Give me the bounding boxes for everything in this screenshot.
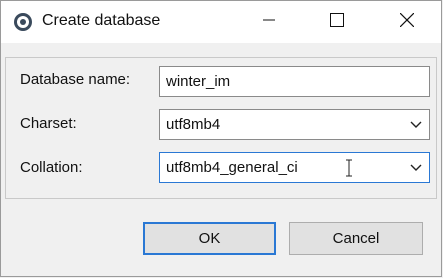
charset-value: utf8mb4: [166, 116, 221, 133]
chevron-down-icon[interactable]: [409, 118, 423, 132]
database-name-input[interactable]: winter_im: [159, 66, 430, 97]
cancel-button[interactable]: Cancel: [289, 222, 423, 255]
ok-button[interactable]: OK: [143, 222, 276, 255]
close-icon: [399, 12, 415, 32]
charset-select[interactable]: utf8mb4: [159, 109, 430, 140]
maximize-icon: [330, 12, 344, 32]
maximize-button[interactable]: [314, 1, 360, 43]
collation-value: utf8mb4_general_ci: [166, 159, 298, 176]
close-button[interactable]: [384, 1, 430, 43]
form-panel: Database name: winter_im Charset: utf8mb…: [5, 57, 437, 199]
database-app-icon: [13, 12, 33, 32]
minimize-icon: [263, 13, 275, 31]
database-name-label: Database name:: [20, 71, 131, 88]
collation-select[interactable]: utf8mb4_general_ci: [159, 152, 430, 183]
text-cursor-icon: [344, 158, 354, 178]
collation-label: Collation:: [20, 159, 83, 176]
chevron-down-icon[interactable]: [409, 161, 423, 175]
minimize-button[interactable]: [246, 1, 292, 43]
database-name-value: winter_im: [166, 73, 231, 90]
charset-label: Charset:: [20, 115, 77, 132]
create-database-dialog: Create database Database name: winter_im: [0, 0, 442, 277]
title-bar: Create database: [1, 1, 441, 43]
dialog-title: Create database: [42, 12, 161, 29]
